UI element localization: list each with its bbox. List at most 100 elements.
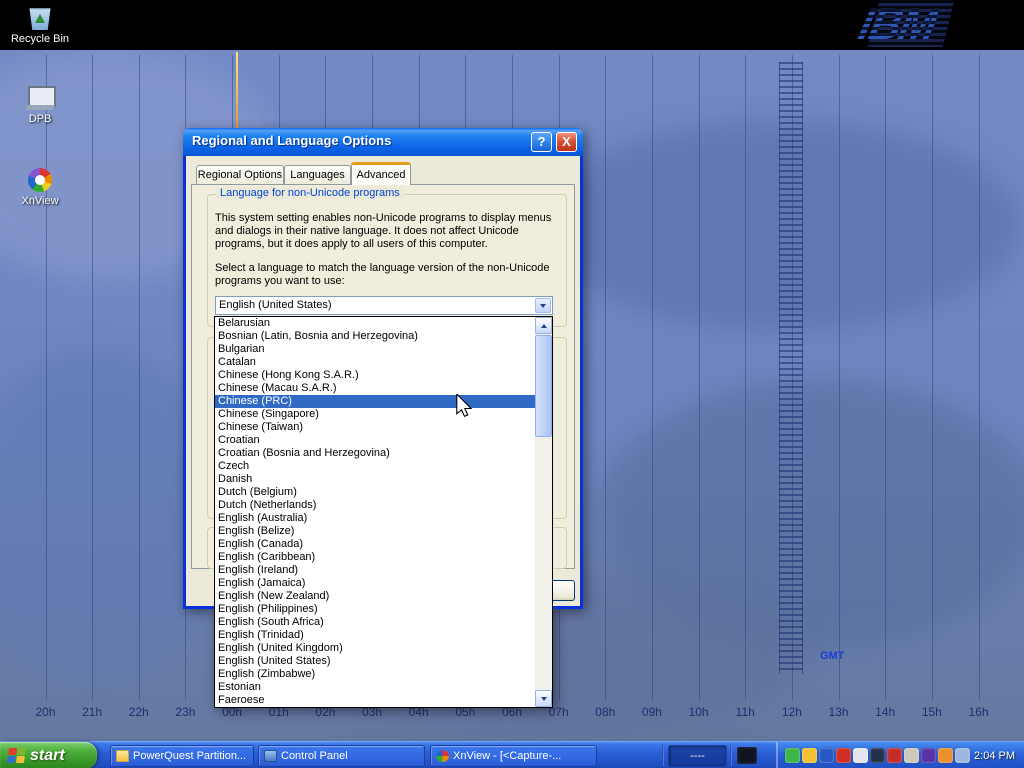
dropdown-item[interactable]: English (New Zealand) <box>215 590 535 603</box>
taskbar-clock[interactable]: 2:04 PM <box>974 750 1024 762</box>
taskbar-button[interactable]: XnView - [<Capture-... <box>430 745 597 767</box>
taskbar-button[interactable]: ---- <box>668 745 727 767</box>
taskbar-button[interactable]: PowerQuest Partition... <box>110 745 254 767</box>
tray-icon-7[interactable] <box>887 748 902 763</box>
hour-label: 09h <box>642 705 662 719</box>
meridian-line <box>792 55 793 700</box>
scroll-down-button[interactable] <box>535 690 552 707</box>
hour-label: 10h <box>689 705 709 719</box>
dropdown-item[interactable]: Catalan <box>215 356 535 369</box>
dropdown-item[interactable]: Chinese (PRC) <box>215 395 535 408</box>
hour-label: 15h <box>922 705 942 719</box>
control-panel-icon <box>264 750 277 762</box>
desktop-icon-xnview[interactable]: XnView <box>8 168 72 207</box>
hour-label: 12h <box>782 705 802 719</box>
dropdown-item[interactable]: English (Jamaica) <box>215 577 535 590</box>
dropdown-item[interactable]: Chinese (Hong Kong S.A.R.) <box>215 369 535 382</box>
dropdown-item[interactable]: English (Trinidad) <box>215 629 535 642</box>
meridian-line <box>92 55 93 700</box>
dropdown-item[interactable]: English (United Kingdom) <box>215 642 535 655</box>
taskbar-button[interactable]: Control Panel <box>258 745 425 767</box>
language-combobox[interactable]: English (United States) <box>215 296 553 315</box>
hour-label: 11h <box>736 705 755 719</box>
dropdown-item[interactable]: English (Zimbabwe) <box>215 668 535 681</box>
tray-icon-8[interactable] <box>904 748 919 763</box>
meridian-line <box>699 55 700 700</box>
ibm-logo: IBM <box>854 0 941 50</box>
close-button[interactable]: X <box>556 132 577 152</box>
chevron-down-icon <box>540 304 546 308</box>
tray-icon-4[interactable] <box>836 748 851 763</box>
dropdown-item[interactable]: Chinese (Singapore) <box>215 408 535 421</box>
hour-label: 08h <box>595 705 615 719</box>
tab-languages[interactable]: Languages <box>284 165 351 184</box>
toolbar-app-icon[interactable] <box>737 747 757 764</box>
tray-icon-5[interactable] <box>853 748 868 763</box>
recycle-bin-icon <box>29 6 51 30</box>
dropdown-item[interactable]: Dutch (Netherlands) <box>215 499 535 512</box>
tray-icon-2[interactable] <box>802 748 817 763</box>
dialog-titlebar[interactable]: Regional and Language Options ? X <box>183 128 583 156</box>
dropdown-item[interactable]: Croatian <box>215 434 535 447</box>
desktop-icon-label: XnView <box>8 195 72 207</box>
desktop-icon-recycle-bin[interactable]: Recycle Bin <box>8 6 72 45</box>
combobox-value: English (United States) <box>219 299 332 311</box>
arrow-up-icon <box>541 324 547 328</box>
tray-icon-3[interactable] <box>819 748 834 763</box>
dropdown-item[interactable]: Bulgarian <box>215 343 535 356</box>
taskbar: start PowerQuest Partition...Control Pan… <box>0 741 1024 768</box>
scroll-up-button[interactable] <box>535 317 552 334</box>
dropdown-item[interactable]: English (Canada) <box>215 538 535 551</box>
dropdown-scrollbar[interactable] <box>535 317 552 707</box>
timezone-marker-line <box>236 52 238 132</box>
dropdown-item[interactable]: Croatian (Bosnia and Herzegovina) <box>215 447 535 460</box>
folder-icon <box>116 750 129 762</box>
tray-icon-6[interactable] <box>870 748 885 763</box>
dropdown-item[interactable]: Dutch (Belgium) <box>215 486 535 499</box>
xnview-icon <box>436 750 449 762</box>
tab-regional-options[interactable]: Regional Options <box>196 165 284 184</box>
tab-advanced[interactable]: Advanced <box>351 162 411 185</box>
arrow-down-icon <box>541 697 547 701</box>
start-button-label: start <box>30 747 65 765</box>
dropdown-item[interactable]: English (Belize) <box>215 525 535 538</box>
meridian-line <box>839 55 840 700</box>
dropdown-item[interactable]: Bosnian (Latin, Bosnia and Herzegovina) <box>215 330 535 343</box>
dropdown-item[interactable]: English (Australia) <box>215 512 535 525</box>
desktop-icon-label: Recycle Bin <box>8 33 72 45</box>
tray-icon-10[interactable] <box>938 748 953 763</box>
desktop-icon-dpb[interactable]: DPB <box>8 86 72 125</box>
mouse-cursor <box>456 394 474 425</box>
description-text-2: Select a language to match the language … <box>215 262 565 288</box>
dropdown-item[interactable]: English (South Africa) <box>215 616 535 629</box>
start-button[interactable]: start <box>0 742 97 768</box>
tray-icon-1[interactable] <box>785 748 800 763</box>
dropdown-item[interactable]: Chinese (Macau S.A.R.) <box>215 382 535 395</box>
hour-label: 22h <box>129 705 149 719</box>
dropdown-item[interactable]: English (Ireland) <box>215 564 535 577</box>
taskbar-button-label: XnView - [<Capture-... <box>453 750 561 762</box>
combobox-dropdown-arrow[interactable] <box>535 298 551 313</box>
dropdown-item[interactable]: Belarusian <box>215 317 535 330</box>
help-button[interactable]: ? <box>531 132 552 152</box>
dropdown-item[interactable]: Chinese (Taiwan) <box>215 421 535 434</box>
dropdown-item[interactable]: English (Philippines) <box>215 603 535 616</box>
hour-label: 23h <box>175 705 195 719</box>
taskbar-button-label: ---- <box>690 750 705 762</box>
dropdown-item[interactable]: English (Caribbean) <box>215 551 535 564</box>
desktop-icon-label: DPB <box>8 113 72 125</box>
dropdown-item[interactable]: Faeroese <box>215 694 535 707</box>
dropdown-item[interactable]: Czech <box>215 460 535 473</box>
scrollbar-thumb[interactable] <box>535 335 552 437</box>
dropdown-item[interactable]: Estonian <box>215 681 535 694</box>
tray-icon-9[interactable] <box>921 748 936 763</box>
dropdown-item[interactable]: Danish <box>215 473 535 486</box>
tray-icon-11[interactable] <box>955 748 970 763</box>
language-dropdown-items: BelarusianBosnian (Latin, Bosnia and Her… <box>215 317 535 707</box>
xnview-icon <box>28 168 52 192</box>
taskbar-separator <box>662 745 664 766</box>
dropdown-item[interactable]: English (United States) <box>215 655 535 668</box>
taskbar-separator <box>730 745 732 766</box>
group-title: Language for non-Unicode programs <box>216 187 404 199</box>
hour-label: 21h <box>82 705 102 719</box>
